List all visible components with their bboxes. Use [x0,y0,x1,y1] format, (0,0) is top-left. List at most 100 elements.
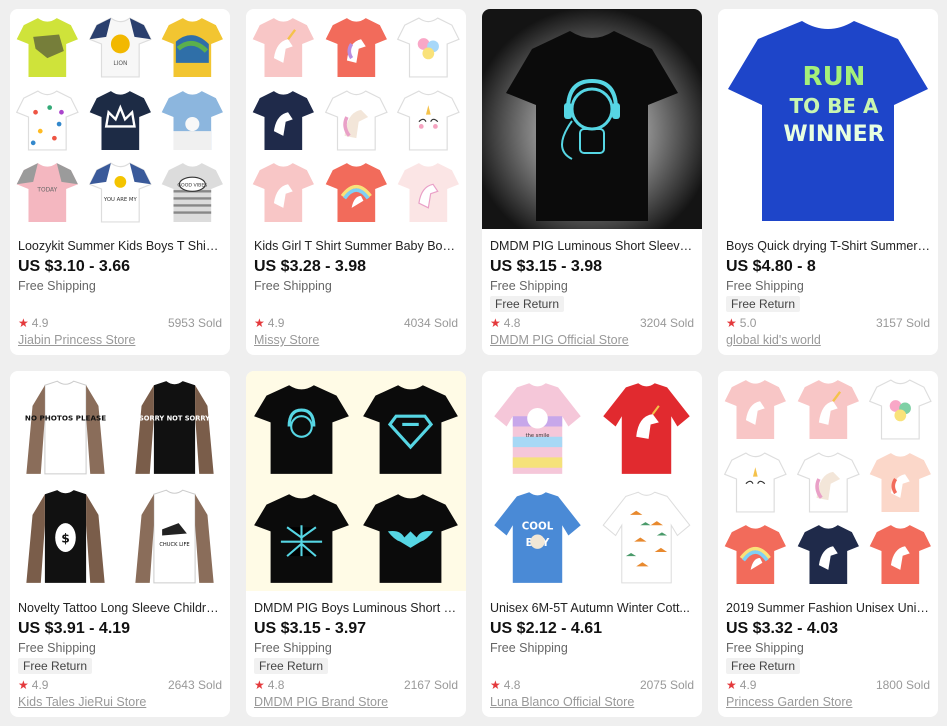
tshirt-image: CHUCK LIFE [123,484,226,587]
rating-value: 4.8 [503,316,521,330]
product-card[interactable]: RUN TO BE A WINNER Boys Quick drying T-S… [718,9,938,355]
rating: ★ 4.8 [254,677,284,693]
thumb-text: NO PHOTOS PLEASE [25,413,106,422]
tshirt-image [157,11,228,82]
store-link[interactable]: Luna Blanco Official Store [490,693,694,711]
thumb-text: RUN [803,62,866,92]
thumb-text: SORRY NOT SORRY [139,414,210,422]
star-icon: ★ [254,316,265,330]
shipping-label: Free Shipping [18,641,96,655]
product-title[interactable]: DMDM PIG Luminous Short Sleeve... [490,237,694,255]
thumb-text: YOU ARE MY [103,197,138,203]
tshirt-image [793,446,864,517]
product-title[interactable]: Loozykit Summer Kids Boys T Shirt... [18,237,222,255]
sold-count: 5953 Sold [167,316,222,330]
tshirt-image: YOU ARE MY [85,156,156,227]
thumb-text: WINNER [783,122,884,147]
store-link[interactable]: Jiabin Princess Store [18,331,222,349]
tshirt-image [12,11,83,82]
product-price: US $3.10 - 3.66 [18,258,131,275]
thumb-text: TO BE A [790,94,879,118]
tshirt-image [865,373,936,444]
store-link[interactable]: DMDM PIG Official Store [490,331,694,349]
tshirt-image [393,11,464,82]
product-price: US $3.15 - 3.97 [254,620,367,637]
tshirt-image [157,84,228,155]
product-image[interactable] [246,371,466,591]
product-card[interactable]: DMDM PIG Luminous Short Sleeve... US $3.… [482,9,702,355]
product-title[interactable]: DMDM PIG Boys Luminous Short S... [254,599,458,617]
free-return-badge: Free Return [18,658,93,674]
product-price: US $3.91 - 4.19 [18,620,131,637]
star-icon: ★ [18,316,29,330]
tshirt-image [506,31,678,221]
star-icon: ★ [490,316,501,330]
product-title[interactable]: Kids Girl T Shirt Summer Baby Boy ... [254,237,458,255]
tshirt-image [85,84,156,155]
shipping-label: Free Shipping [726,641,804,655]
rating: ★ 4.8 [490,677,520,693]
product-card[interactable]: Kids Girl T Shirt Summer Baby Boy ... US… [246,9,466,355]
tshirt-image: LION [85,11,156,82]
sweater-image [595,484,698,587]
product-card[interactable]: DMDM PIG Boys Luminous Short S... US $3.… [246,371,466,717]
product-price: US $2.12 - 4.61 [490,620,603,637]
star-icon: ★ [18,678,29,692]
product-card[interactable]: NO PHOTOS PLEASE SORRY NOT SORRY $ CHUCK… [10,371,230,717]
rating-value: 5.0 [739,316,757,330]
shipping-label: Free Shipping [254,279,332,293]
tshirt-image [248,11,319,82]
free-return-badge: Free Return [254,658,329,674]
tshirt-image: RUN TO BE A WINNER [728,21,928,221]
rating: ★ 4.9 [254,315,284,331]
rating-value: 4.9 [31,678,49,692]
tshirt-image: TODAY [12,156,83,227]
thumb-text: CHUCK LIFE [159,542,189,548]
star-icon: ★ [726,316,737,330]
sweater-image: the smile [486,375,589,478]
product-card[interactable]: 2019 Summer Fashion Unisex Unic... US $3… [718,371,938,717]
product-image[interactable]: the smile COOLBOY [482,371,702,591]
store-link[interactable]: Princess Garden Store [726,693,930,711]
product-image[interactable] [482,9,702,229]
rating: ★ 4.8 [490,315,520,331]
star-icon: ★ [726,678,737,692]
sold-count: 3204 Sold [639,316,694,330]
star-icon: ★ [254,678,265,692]
sold-count: 2643 Sold [167,678,222,692]
tshirt-image [720,518,791,589]
sweater-image [595,375,698,478]
product-card[interactable]: the smile COOLBOY Unisex 6M-5T Autumn Wi… [482,371,702,717]
rating-value: 4.8 [503,678,521,692]
product-title[interactable]: 2019 Summer Fashion Unisex Unic... [726,599,930,617]
product-price: US $3.32 - 4.03 [726,620,839,637]
store-link[interactable]: global kid's world [726,331,930,349]
rating: ★ 4.9 [18,677,48,693]
tshirt-image: SORRY NOT SORRY [123,375,226,478]
product-price: US $4.80 - 8 [726,258,816,275]
tshirt-image [393,156,464,227]
product-title[interactable]: Boys Quick drying T-Shirt Summer ... [726,237,930,255]
sold-count: 4034 Sold [403,316,458,330]
product-title[interactable]: Unisex 6M-5T Autumn Winter Cott... [490,599,694,617]
rating-value: 4.9 [31,316,49,330]
rating-value: 4.9 [267,316,285,330]
tshirt-image [359,484,462,587]
product-image[interactable]: LION TODAY YOU ARE MY GOOD VIBES [10,9,230,229]
product-image[interactable]: RUN TO BE A WINNER [718,9,938,229]
product-price: US $3.15 - 3.98 [490,258,603,275]
tshirt-image [321,11,392,82]
store-link[interactable]: DMDM PIG Brand Store [254,693,458,711]
product-card[interactable]: LION TODAY YOU ARE MY GOOD VIBES Loozyki… [10,9,230,355]
store-link[interactable]: Kids Tales JieRui Store [18,693,222,711]
product-image[interactable] [246,9,466,229]
thumb-text: TODAY [36,188,57,194]
tshirt-image [793,518,864,589]
product-image[interactable] [718,371,938,591]
rating-value: 4.8 [267,678,285,692]
tshirt-image [865,518,936,589]
sold-count: 2167 Sold [403,678,458,692]
product-title[interactable]: Novelty Tattoo Long Sleeve Childre... [18,599,222,617]
store-link[interactable]: Missy Store [254,331,458,349]
product-image[interactable]: NO PHOTOS PLEASE SORRY NOT SORRY $ CHUCK… [10,371,230,591]
